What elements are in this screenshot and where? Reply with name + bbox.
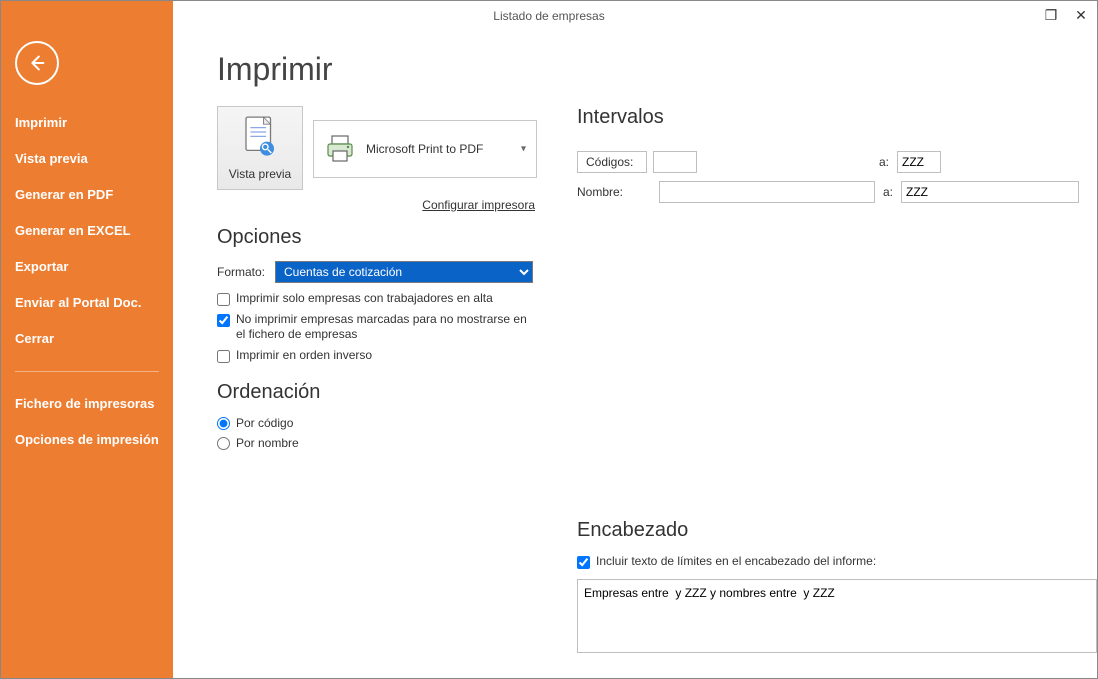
chk-incluir-encabezado-label: Incluir texto de límites en el encabezad… — [596, 554, 876, 569]
nombre-to-input[interactable] — [901, 181, 1079, 203]
document-preview-icon — [239, 115, 281, 163]
configurar-impresora-link[interactable]: Configurar impresora — [422, 198, 535, 212]
intervalos-title: Intervalos — [577, 106, 1097, 129]
left-column: Vista previa Microsoft Print to PDF ▾ Co… — [217, 106, 537, 456]
printer-name: Microsoft Print to PDF — [366, 142, 483, 156]
sidebar: Imprimir Vista previa Generar en PDF Gen… — [1, 1, 173, 678]
sidebar-item-exportar[interactable]: Exportar — [1, 249, 173, 285]
encabezado-title: Encabezado — [577, 519, 1097, 542]
chk-no-mostrar-label: No imprimir empresas marcadas para no mo… — [236, 312, 537, 342]
radio-por-codigo[interactable] — [217, 417, 230, 430]
page-title: Imprimir — [217, 51, 1067, 88]
formato-select[interactable]: Cuentas de cotización — [275, 261, 533, 283]
sidebar-item-opciones-impresion[interactable]: Opciones de impresión — [1, 422, 173, 458]
right-column: Intervalos Códigos: a: Nombre: a: Encabe… — [577, 106, 1097, 656]
printer-select[interactable]: Microsoft Print to PDF ▾ — [313, 120, 537, 178]
codigos-a-label: a: — [877, 155, 891, 169]
formato-label: Formato: — [217, 265, 267, 279]
radio-por-codigo-label: Por código — [236, 416, 293, 430]
sidebar-item-generar-pdf[interactable]: Generar en PDF — [1, 177, 173, 213]
sidebar-item-imprimir[interactable]: Imprimir — [1, 105, 173, 141]
sidebar-item-generar-excel[interactable]: Generar en EXCEL — [1, 213, 173, 249]
nombre-a-label: a: — [881, 185, 895, 199]
header-textarea[interactable] — [577, 579, 1097, 653]
codigos-to-input[interactable] — [897, 151, 941, 173]
chk-no-mostrar[interactable] — [217, 314, 230, 327]
chk-inverso[interactable] — [217, 350, 230, 363]
vista-previa-button[interactable]: Vista previa — [217, 106, 303, 190]
chk-inverso-label: Imprimir en orden inverso — [236, 348, 372, 363]
sidebar-item-fichero-impresoras[interactable]: Fichero de impresoras — [1, 386, 173, 422]
nombre-from-input[interactable] — [659, 181, 875, 203]
printer-icon — [324, 133, 356, 165]
main-panel: Imprimir Vista previa — [173, 1, 1097, 678]
nombre-label: Nombre: — [577, 185, 653, 199]
arrow-left-icon — [26, 52, 48, 74]
chevron-down-icon: ▾ — [521, 144, 526, 155]
codigos-label: Códigos: — [577, 151, 647, 173]
sidebar-item-cerrar[interactable]: Cerrar — [1, 321, 173, 357]
chk-incluir-encabezado[interactable] — [577, 556, 590, 569]
chk-solo-alta-label: Imprimir solo empresas con trabajadores … — [236, 291, 493, 306]
vista-previa-label: Vista previa — [229, 167, 291, 181]
ordenacion-title: Ordenación — [217, 381, 537, 404]
radio-por-nombre[interactable] — [217, 437, 230, 450]
chk-solo-alta[interactable] — [217, 293, 230, 306]
back-button[interactable] — [15, 41, 59, 85]
sidebar-divider — [15, 371, 159, 372]
radio-por-nombre-label: Por nombre — [236, 436, 299, 450]
opciones-title: Opciones — [217, 226, 537, 249]
sidebar-item-vista-previa[interactable]: Vista previa — [1, 141, 173, 177]
sidebar-item-enviar-portal[interactable]: Enviar al Portal Doc. — [1, 285, 173, 321]
codigos-from-input[interactable] — [653, 151, 697, 173]
